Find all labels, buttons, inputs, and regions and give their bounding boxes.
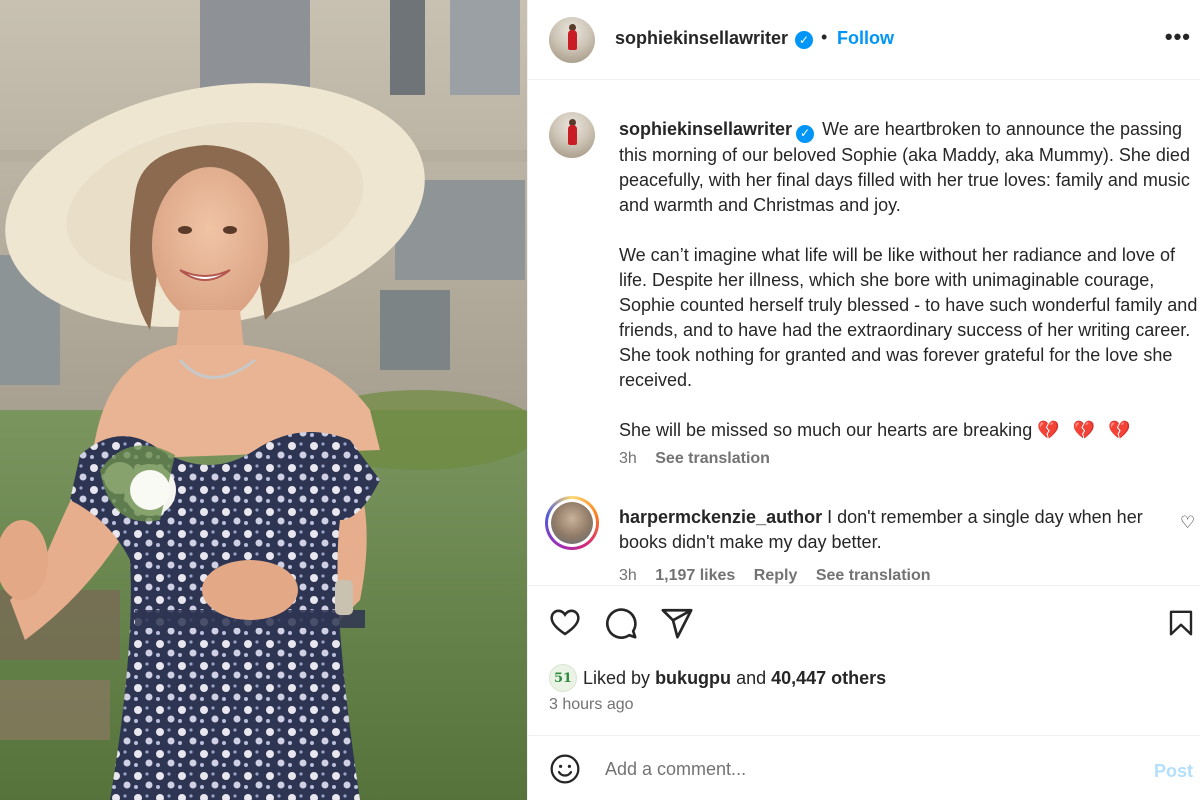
avatar-figure-body [568, 30, 577, 50]
comment-icon[interactable] [604, 606, 638, 640]
likes-others[interactable]: 40,447 others [771, 668, 886, 688]
caption-paragraph-3: She will be missed so much our hearts ar… [619, 418, 1199, 443]
caption-paragraph-2: We can’t imagine what life will be like … [619, 244, 1198, 390]
follow-button[interactable]: Follow [837, 28, 894, 49]
comment-likes-count[interactable]: 1,197 likes [655, 567, 735, 584]
caption-text-3: She will be missed so much our hearts ar… [619, 419, 1033, 440]
comment-see-translation[interactable]: See translation [816, 567, 931, 584]
caption-meta: 3h See translation [619, 450, 784, 468]
comment-time: 3h [619, 567, 637, 584]
post-header: sophiekinsellawriter ✓ • Follow ••• [528, 0, 1200, 80]
liker-username[interactable]: bukugpu [655, 668, 731, 688]
likes-connector: and [736, 668, 767, 688]
likes-prefix: Liked by [583, 668, 651, 688]
comment: harpermckenzie_author I don't remember a… [619, 505, 1159, 555]
avatar-figure-body [568, 125, 577, 145]
comment-reply-button[interactable]: Reply [754, 567, 798, 584]
post-photo[interactable] [0, 0, 527, 800]
post-panel: sophiekinsellawriter ✓ • Follow ••• soph… [527, 0, 1200, 800]
photo-illustration [0, 0, 527, 800]
separator-dot: • [821, 27, 828, 47]
liker-avatar[interactable]: 51 [549, 664, 577, 692]
post-actions: 51 Liked by bukugpu and 40,447 others 3 … [528, 585, 1200, 735]
verified-badge-icon: ✓ [795, 31, 813, 49]
verified-badge-icon: ✓ [796, 124, 815, 143]
comment-like-heart-icon[interactable]: ♡ [1180, 513, 1195, 533]
bookmark-icon[interactable] [1166, 606, 1196, 640]
caption-see-translation[interactable]: See translation [655, 450, 770, 467]
author-avatar[interactable] [549, 17, 595, 63]
post-caption: sophiekinsellawriter ✓ We are heartbroken… [619, 117, 1199, 468]
caption-author-avatar[interactable] [549, 112, 595, 158]
caption-paragraph-1: sophiekinsellawriter ✓ We are heartbroken… [619, 117, 1199, 218]
more-options-icon[interactable]: ••• [1165, 24, 1191, 50]
broken-heart-emojis: 💔 💔 💔 [1037, 419, 1135, 440]
avatar-photo [551, 502, 593, 544]
comment-composer: Post [528, 735, 1200, 800]
author-username[interactable]: sophiekinsellawriter [615, 28, 788, 49]
comment-username[interactable]: harpermckenzie_author [619, 507, 822, 527]
caption-username[interactable]: sophiekinsellawriter [619, 119, 792, 139]
comment-meta: 3h 1,197 likes Reply See translation [619, 567, 945, 585]
commenter-avatar[interactable] [545, 496, 599, 550]
share-icon[interactable] [660, 606, 694, 640]
caption-time: 3h [619, 450, 637, 467]
comment-input[interactable] [605, 754, 1125, 784]
heart-icon[interactable] [548, 606, 582, 638]
emoji-icon[interactable] [549, 753, 581, 785]
post-comment-button[interactable]: Post [1154, 761, 1193, 782]
likes-summary: Liked by bukugpu and 40,447 others [583, 668, 886, 689]
post-time-ago: 3 hours ago [549, 696, 634, 713]
avatar-ring-inner [548, 499, 596, 547]
